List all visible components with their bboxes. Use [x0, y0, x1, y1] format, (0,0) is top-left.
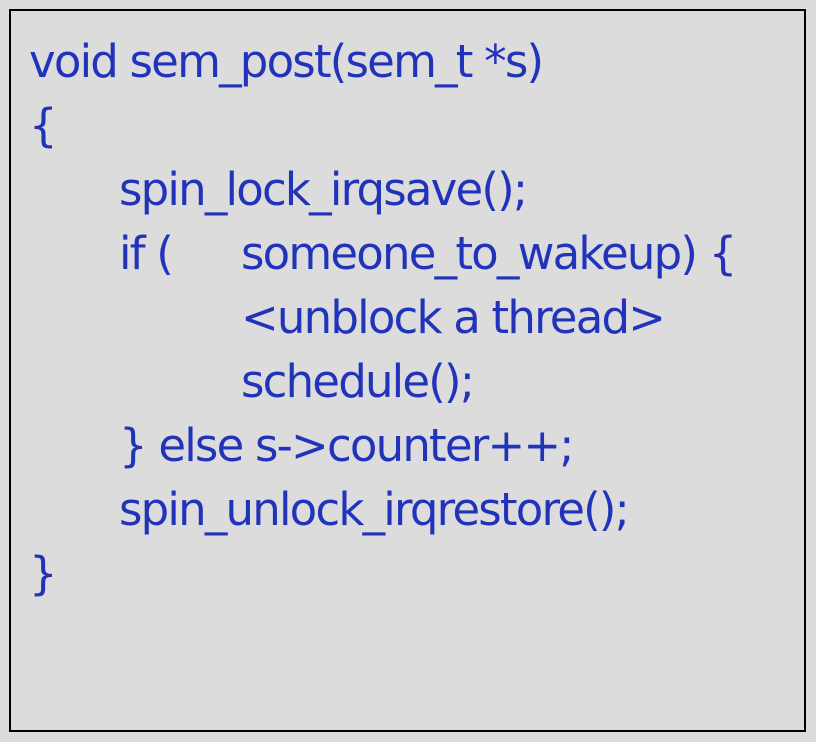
- code-block: void sem_post(sem_t *s) { spin_lock_irqs…: [9, 9, 806, 732]
- spin-lock-text: spin_lock_irqsave();: [119, 163, 528, 216]
- spin-unlock-text: spin_unlock_irqrestore();: [119, 483, 630, 536]
- code-line-else: } else s->counter++;: [29, 415, 574, 477]
- if-keyword-text: if (: [119, 227, 174, 280]
- code-line-if: if ( someone_to_wakeup) {: [29, 223, 737, 285]
- open-brace-text: {: [29, 99, 58, 152]
- signature-text: void sem_post(sem_t *s): [29, 35, 544, 88]
- if-condition-text: someone_to_wakeup) {: [241, 227, 737, 280]
- else-text: } else s->counter++;: [119, 419, 574, 472]
- code-line-spin-lock: spin_lock_irqsave();: [29, 159, 528, 221]
- schedule-text: schedule();: [241, 355, 475, 408]
- code-line-signature: void sem_post(sem_t *s): [29, 31, 544, 93]
- code-line-spin-unlock: spin_unlock_irqrestore();: [29, 479, 630, 541]
- unblock-text: <unblock a thread>: [241, 291, 666, 344]
- code-line-unblock: <unblock a thread>: [29, 287, 666, 349]
- code-line-close-brace: }: [29, 543, 79, 605]
- code-line-schedule: schedule();: [29, 351, 475, 413]
- close-brace-text: }: [29, 547, 58, 600]
- code-line-open-brace: {: [29, 95, 79, 157]
